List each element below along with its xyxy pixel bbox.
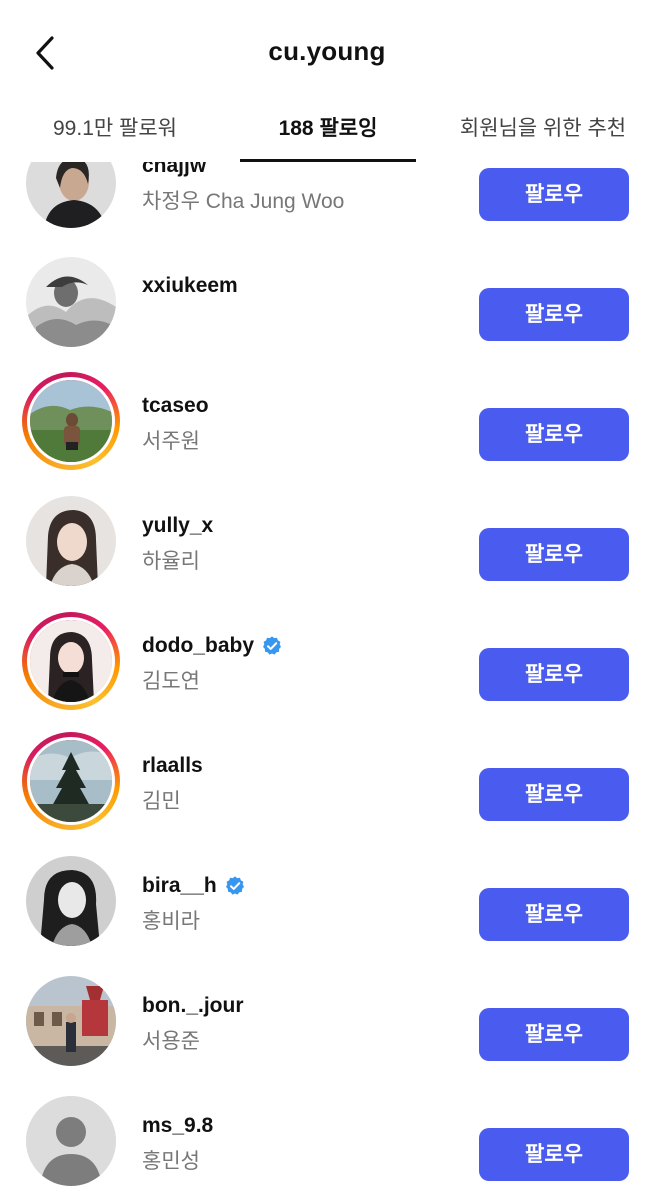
full-name: 차정우 Cha Jung Woo [142,190,345,213]
list-item[interactable]: bira__h 홍비라 팔로우 [0,838,654,958]
avatar[interactable] [22,732,120,830]
avatar[interactable] [22,852,120,950]
tab-followers[interactable]: 99.1만 팔로워 [0,112,230,158]
avatar[interactable] [22,162,120,232]
list-item[interactable]: bon._.jour 서용준 팔로우 [0,958,654,1078]
follow-button[interactable]: 팔로우 [479,528,629,581]
avatar[interactable] [22,972,120,1070]
follow-button[interactable]: 팔로우 [479,168,629,221]
username[interactable]: bon._.jour [142,994,244,1018]
username[interactable]: xxiukeem [142,274,238,298]
username[interactable]: tcaseo [142,394,209,418]
full-name: 김민 [142,790,181,813]
following-list[interactable]: chajjw 차정우 Cha Jung Woo 팔로우 xxiukeem 팔로우 [0,162,654,1200]
avatar[interactable] [22,253,120,351]
username[interactable]: dodo_baby [142,634,254,658]
follow-button[interactable]: 팔로우 [479,648,629,701]
follow-button[interactable]: 팔로우 [479,1128,629,1181]
list-item[interactable]: rlaalls 김민 팔로우 [0,718,654,838]
list-item[interactable]: ms_9.8 홍민성 팔로우 [0,1078,654,1198]
full-name: 홍민성 [142,1150,200,1173]
list-item[interactable]: dodo_baby 김도연 팔로우 [0,598,654,718]
list-item[interactable]: xxiukeem 팔로우 [0,238,654,358]
header: cu.young [0,0,654,104]
avatar[interactable] [22,492,120,590]
page-title: cu.young [268,36,386,66]
avatar[interactable] [22,1092,120,1190]
verified-badge-icon [225,876,244,895]
follow-button[interactable]: 팔로우 [479,288,629,341]
full-name: 김도연 [142,670,200,693]
list-item[interactable]: yully_x 하율리 팔로우 [0,478,654,598]
username[interactable]: bira__h [142,874,217,898]
username[interactable]: ms_9.8 [142,1114,213,1138]
full-name: 홍비라 [142,910,200,933]
list-item[interactable]: chajjw 차정우 Cha Jung Woo 팔로우 [0,162,654,238]
avatar[interactable] [22,612,120,710]
follow-button[interactable]: 팔로우 [479,408,629,461]
full-name: 하율리 [142,550,200,573]
list-item[interactable]: tcaseo 서주원 팔로우 [0,358,654,478]
follow-button[interactable]: 팔로우 [479,888,629,941]
avatar[interactable] [22,372,120,470]
verified-badge-icon [263,636,281,655]
username[interactable]: yully_x [142,514,213,538]
full-name: 서용준 [142,1030,200,1053]
username[interactable]: rlaalls [142,754,203,778]
follow-button[interactable]: 팔로우 [479,1008,629,1061]
tab-suggested[interactable]: 회원님을 위한 추천 [432,112,654,158]
tab-bar: 99.1만 팔로워 188 팔로잉 회원님을 위한 추천 [0,104,654,162]
default-avatar-icon [26,1096,116,1186]
full-name: 서주원 [142,430,200,453]
username[interactable]: chajjw [142,162,206,178]
tab-following[interactable]: 188 팔로잉 [240,112,416,158]
follow-button[interactable]: 팔로우 [479,768,629,821]
